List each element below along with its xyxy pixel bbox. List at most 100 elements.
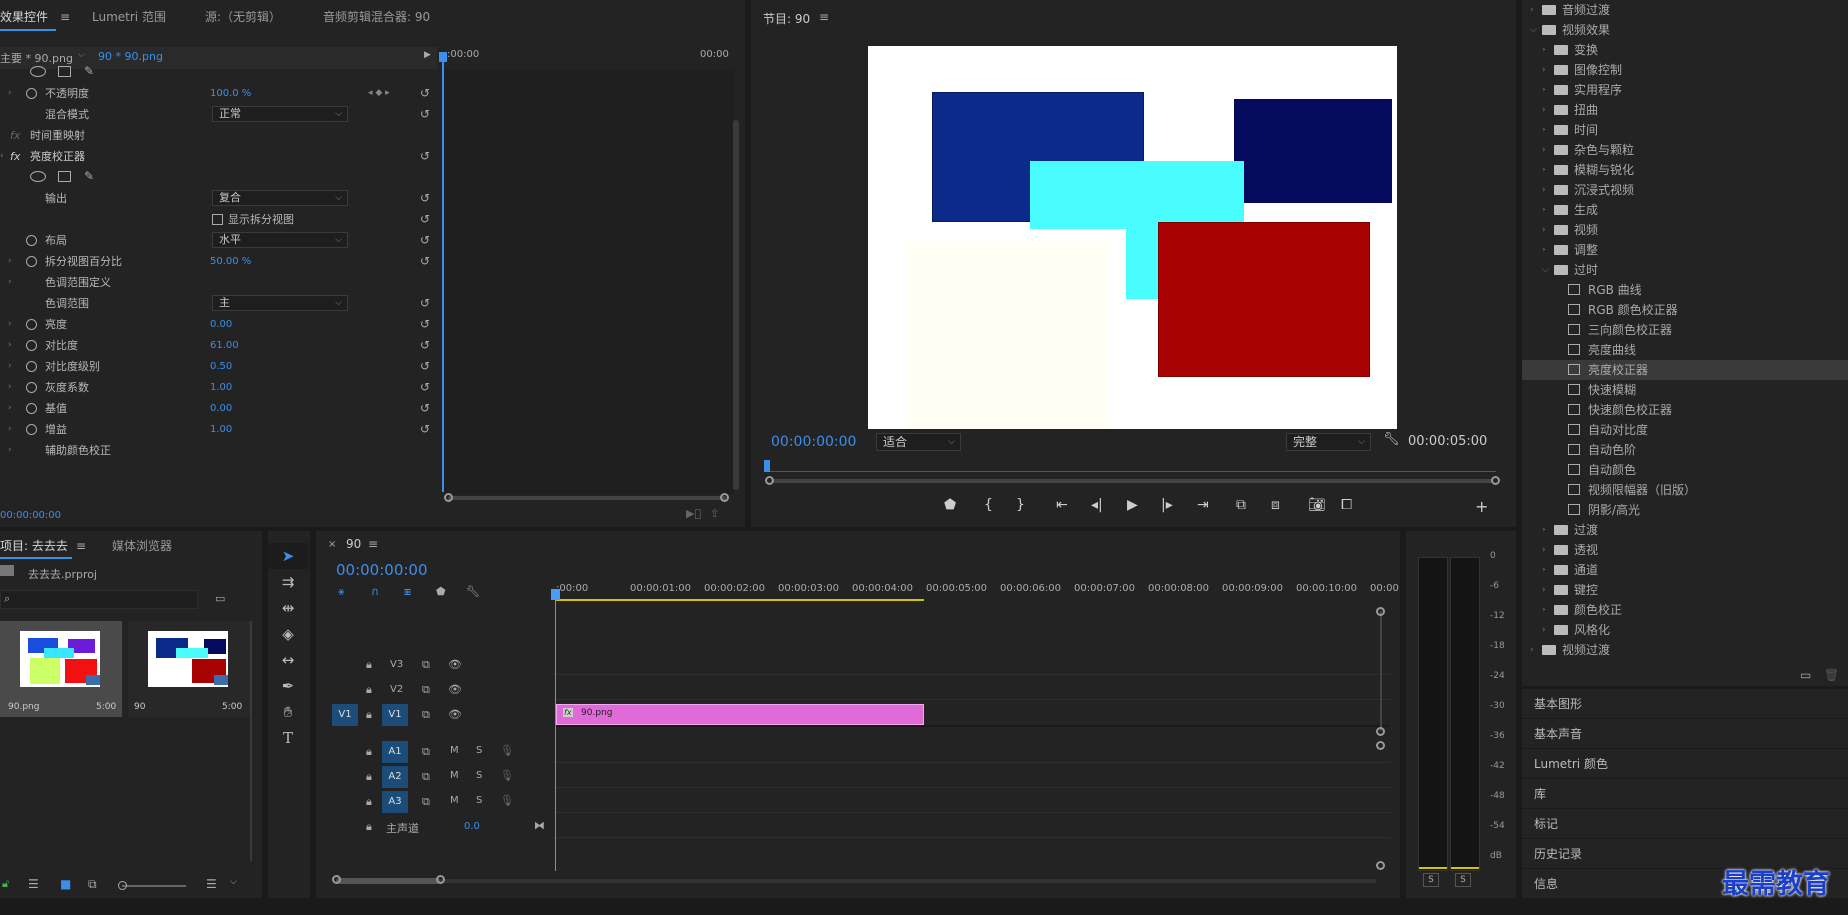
effects-tree-item[interactable]: › 透视 <box>1522 540 1848 560</box>
scroll-handle-right[interactable] <box>720 493 729 502</box>
param-value[interactable]: 1.00 <box>210 377 232 398</box>
chevron-right-icon[interactable]: › <box>1542 100 1546 120</box>
effects-tree-item[interactable]: 亮度曲线 <box>1522 340 1848 360</box>
layout-dropdown[interactable]: 水平 ⌵ <box>212 232 348 248</box>
reset-icon[interactable]: ↺ <box>420 356 430 377</box>
project-scrollbar[interactable] <box>250 621 252 861</box>
show-split-checkbox[interactable] <box>212 214 223 225</box>
track-label[interactable]: V3 <box>390 659 403 670</box>
reset-icon[interactable]: ↺ <box>420 251 430 272</box>
eye-icon[interactable]: 👁︎ <box>448 683 462 696</box>
chevron-right-icon[interactable]: › <box>1530 0 1534 20</box>
ec-bottom-timecode[interactable]: 00:00:00:00 <box>0 510 61 521</box>
close-icon[interactable]: × <box>328 539 336 550</box>
solo-button[interactable]: S <box>476 795 482 806</box>
timeline-timecode[interactable]: 00:00:00:00 <box>336 561 428 579</box>
search-icon[interactable]: ⌕ <box>4 592 10 606</box>
track-target-a3[interactable]: A3 <box>382 791 408 813</box>
chevron-right-icon[interactable]: › <box>1542 40 1546 60</box>
effects-tree-item[interactable]: 三向颜色校正器 <box>1522 320 1848 340</box>
scroll-handle-bottom[interactable] <box>1376 861 1385 870</box>
lift-icon[interactable]: ⧉ <box>1236 497 1246 513</box>
expand-chevron-icon[interactable]: › <box>8 419 12 440</box>
project-item-90-sequence[interactable]: 90 5:00 <box>128 621 250 717</box>
effects-tree-item[interactable]: 快速颜色校正器 <box>1522 400 1848 420</box>
project-item-90-png[interactable]: 90.png 5:00 <box>0 621 122 717</box>
timeline-vscroll-video[interactable] <box>1380 611 1382 731</box>
freeform-view-icon[interactable]: ⧉ <box>88 877 97 892</box>
expand-chevron-icon[interactable]: › <box>8 272 12 293</box>
panel-menu-icon[interactable]: ≡ <box>819 10 829 24</box>
scroll-handle-left[interactable] <box>332 875 341 884</box>
scroll-handle-right[interactable] <box>436 875 445 884</box>
fit-dropdown[interactable]: 适合 ⌵ <box>876 433 961 451</box>
timeline-playhead[interactable] <box>555 591 556 871</box>
scroll-handle-right[interactable] <box>1491 476 1500 485</box>
lane-a1[interactable] <box>554 739 1390 763</box>
stopwatch-icon[interactable] <box>26 340 37 351</box>
slip-tool[interactable]: ↔ <box>268 647 308 673</box>
track-target-a2[interactable]: A2 <box>382 766 408 788</box>
snap-icon[interactable]: ∩ <box>371 585 379 598</box>
ec-playhead-handle[interactable] <box>439 52 447 62</box>
tab-lumetri-scopes[interactable]: Lumetri 范围 <box>92 0 166 30</box>
lock-icon[interactable]: 🔒︎ <box>366 658 372 672</box>
effects-tree-item[interactable]: › 键控 <box>1522 580 1848 600</box>
add-button-icon[interactable]: + <box>1475 497 1488 516</box>
mute-button[interactable]: M <box>450 770 459 781</box>
expand-chevron-icon[interactable]: ‹ <box>0 146 4 167</box>
stopwatch-icon[interactable] <box>26 235 37 246</box>
quality-dropdown[interactable]: 完整 ⌵ <box>1286 433 1371 451</box>
new-bin-icon[interactable]: ▭ <box>215 592 225 605</box>
extract-icon[interactable]: ⧈ <box>1271 497 1280 513</box>
sequence-tab[interactable]: 90 <box>346 537 361 551</box>
chevron-right-icon[interactable]: › <box>1542 120 1546 140</box>
razor-tool[interactable]: ◈ <box>268 621 308 647</box>
go-to-end-icon[interactable]: ⧓ <box>534 819 545 832</box>
effects-tree-item[interactable]: › 调整 <box>1522 240 1848 260</box>
effects-tree-item[interactable]: › 颜色校正 <box>1522 600 1848 620</box>
sync-lock-icon[interactable]: ⧉ <box>422 770 430 784</box>
reset-icon[interactable]: ↺ <box>420 419 430 440</box>
panel-lumetri-color[interactable]: Lumetri 颜色 <box>1522 748 1848 778</box>
chevron-down-icon[interactable]: ⌵ <box>1542 260 1549 280</box>
stopwatch-icon[interactable] <box>26 361 37 372</box>
expand-chevron-icon[interactable]: › <box>8 335 12 356</box>
lane-v2[interactable] <box>554 676 1390 700</box>
ec-vertical-scrollbar[interactable] <box>733 120 739 490</box>
clip-90-png[interactable]: fx 90.png <box>556 704 924 725</box>
effects-tree-item[interactable]: › 沉浸式视频 <box>1522 180 1848 200</box>
effects-tree-item[interactable]: › 模糊与锐化 <box>1522 160 1848 180</box>
lane-v3[interactable] <box>554 651 1390 675</box>
track-label[interactable]: V2 <box>390 684 403 695</box>
reset-icon[interactable]: ↺ <box>420 314 430 335</box>
add-marker-icon[interactable]: ⬟ <box>944 497 956 513</box>
program-canvas[interactable] <box>868 46 1397 429</box>
stopwatch-icon[interactable] <box>26 382 37 393</box>
export-frame-icon[interactable]: 📷︎ <box>1308 497 1326 513</box>
source-patch-v1[interactable]: V1 <box>332 704 358 726</box>
track-select-tool[interactable]: ⇉ <box>268 569 308 595</box>
reset-icon[interactable]: ↺ <box>420 104 430 125</box>
effects-tree-item[interactable]: ⌵ 视频效果 <box>1522 20 1848 40</box>
lock-icon[interactable]: 🔒︎ <box>366 683 372 697</box>
program-ruler[interactable] <box>766 460 1496 472</box>
icon-view-icon[interactable]: ■ <box>60 877 71 891</box>
keyframe-nav-icon[interactable]: ◂ ◆ ▸ <box>368 83 390 104</box>
reset-icon[interactable]: ↺ <box>420 188 430 209</box>
lock-icon[interactable]: 🔒︎ <box>366 770 372 784</box>
tonal-range-dropdown[interactable]: 主 ⌵ <box>212 295 348 311</box>
effects-tree-item[interactable]: › 过渡 <box>1522 520 1848 540</box>
chevron-down-icon[interactable]: ⌵ <box>78 50 85 60</box>
mute-button[interactable]: M <box>450 745 459 756</box>
ellipse-mask-icon[interactable] <box>30 66 46 77</box>
reset-icon[interactable]: ↺ <box>420 209 430 230</box>
step-forward-icon[interactable]: |▸ <box>1161 497 1173 513</box>
stopwatch-icon[interactable] <box>26 403 37 414</box>
panel-essential-graphics[interactable]: 基本图形 <box>1522 688 1848 718</box>
scroll-handle-left[interactable] <box>444 493 453 502</box>
chevron-right-icon[interactable]: › <box>1542 160 1546 180</box>
microphone-icon[interactable]: 🎙︎ <box>500 794 514 807</box>
stopwatch-icon[interactable] <box>26 319 37 330</box>
reset-icon[interactable]: ↺ <box>420 230 430 251</box>
